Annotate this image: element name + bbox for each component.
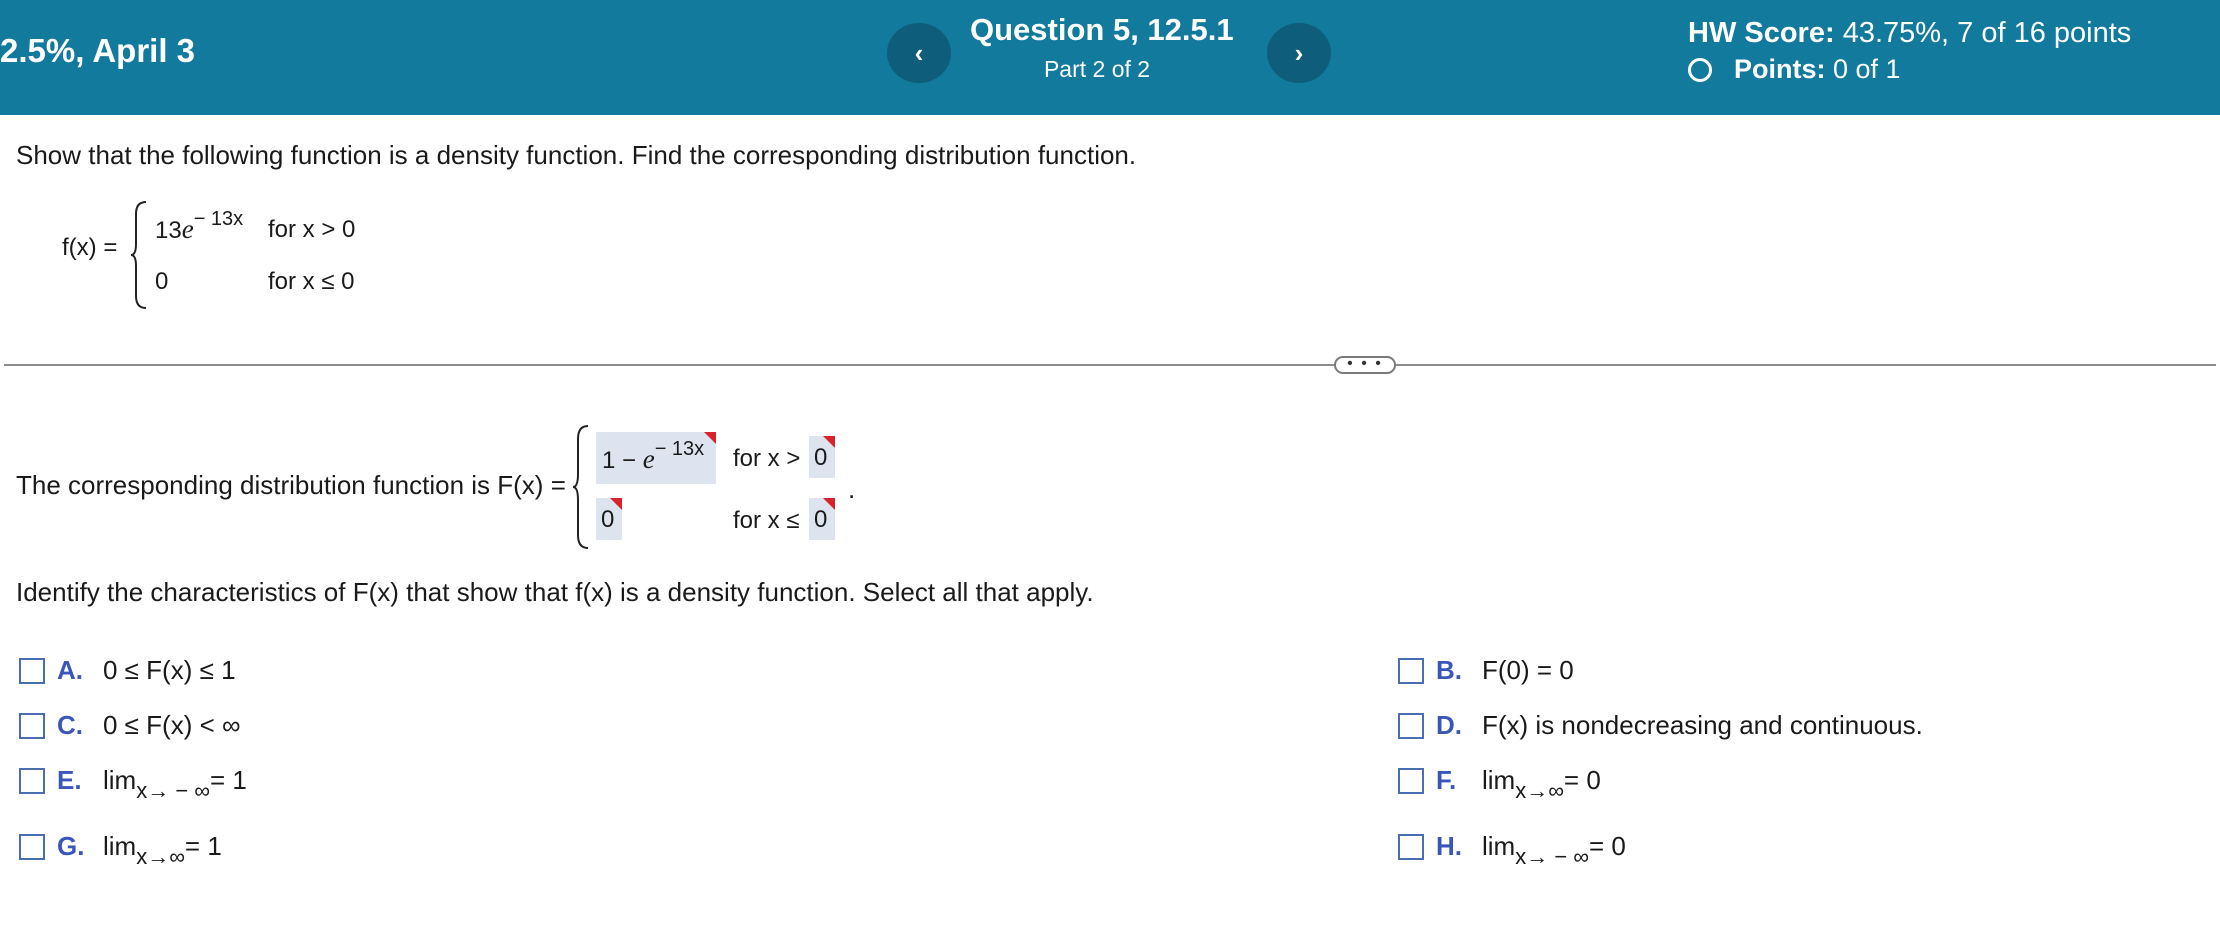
answer-cond2: for x ≤ (733, 507, 800, 534)
answer-cond1: for x > (733, 445, 801, 472)
case2-value: 0 (155, 268, 169, 295)
status-circle-icon (1688, 57, 1712, 82)
hw-score-label: HW Score: (1688, 17, 1835, 49)
case1-expression: 13e− 13x (155, 208, 244, 244)
case2-condition: for x ≤ 0 (268, 268, 355, 295)
chevron-left-icon: ‹ (914, 37, 924, 68)
question-part: Part 2 of 2 (1043, 56, 1151, 82)
previous-question-button[interactable]: ‹ (887, 23, 951, 83)
next-question-button[interactable]: › (1267, 23, 1331, 83)
red-flag-icon (823, 436, 835, 448)
red-flag-icon (610, 498, 622, 510)
section-divider (4, 364, 2216, 366)
option-b[interactable]: B. F(0) = 0 (1398, 655, 1574, 686)
option-g[interactable]: G. lim x→∞ = 1 (19, 831, 222, 869)
points-label: Points: (1734, 54, 1826, 84)
points-value: 0 of 1 (1833, 54, 1901, 84)
chevron-right-icon: › (1294, 37, 1304, 68)
hw-score-value: 43.75%, 7 of 16 points (1842, 17, 2132, 49)
case1-condition: for x > 0 (268, 216, 356, 243)
red-flag-icon (823, 498, 835, 510)
option-a[interactable]: A. 0 ≤ F(x) ≤ 1 (19, 655, 236, 686)
red-flag-icon (704, 432, 716, 444)
checkbox-g[interactable] (19, 833, 45, 860)
option-e[interactable]: E. lim x→ − ∞ = 1 (19, 765, 247, 803)
left-brace-icon (130, 201, 147, 309)
checkbox-a[interactable] (19, 657, 45, 684)
checkbox-b[interactable] (1398, 657, 1424, 684)
hw-score: HW Score: 43.75%, 7 of 16 points (1688, 17, 2131, 50)
checkbox-f[interactable] (1398, 767, 1424, 794)
answer-brace-icon (572, 425, 589, 549)
answer-period: . (848, 474, 856, 504)
checkbox-c[interactable] (19, 712, 45, 739)
checkbox-e[interactable] (19, 767, 45, 794)
option-c[interactable]: C. 0 ≤ F(x) < ∞ (19, 710, 241, 741)
option-f[interactable]: F. lim x→∞ = 0 (1398, 765, 1601, 803)
problem-prompt: Show that the following function is a de… (16, 140, 1137, 170)
answer-box-value-2[interactable]: 0 (596, 498, 622, 540)
answer-box-expression[interactable]: 1 − e− 13x (596, 432, 716, 484)
option-d[interactable]: D. F(x) is nondecreasing and continuous. (1398, 710, 1923, 741)
question-title: Question 5, 12.5.1 (970, 12, 1234, 47)
checkbox-d[interactable] (1398, 712, 1424, 739)
expand-divider-button[interactable]: • • • (1334, 356, 1396, 374)
checkbox-h[interactable] (1398, 833, 1424, 860)
f-label: f(x) = (62, 234, 118, 261)
answer-box-threshold-1[interactable]: 0 (809, 436, 835, 478)
points: Points: 0 of 1 (1688, 54, 1901, 85)
header-bar: 2.5%, April 3 ‹ Question 5, 12.5.1 Part … (0, 0, 2220, 115)
option-h[interactable]: H. lim x→ − ∞ = 0 (1398, 831, 1626, 869)
select-prompt: Identify the characteristics of F(x) tha… (16, 577, 1094, 607)
assignment-info: 2.5%, April 3 (0, 32, 196, 69)
answer-box-threshold-2[interactable]: 0 (809, 498, 835, 540)
answer-statement: The corresponding distribution function … (16, 470, 566, 500)
